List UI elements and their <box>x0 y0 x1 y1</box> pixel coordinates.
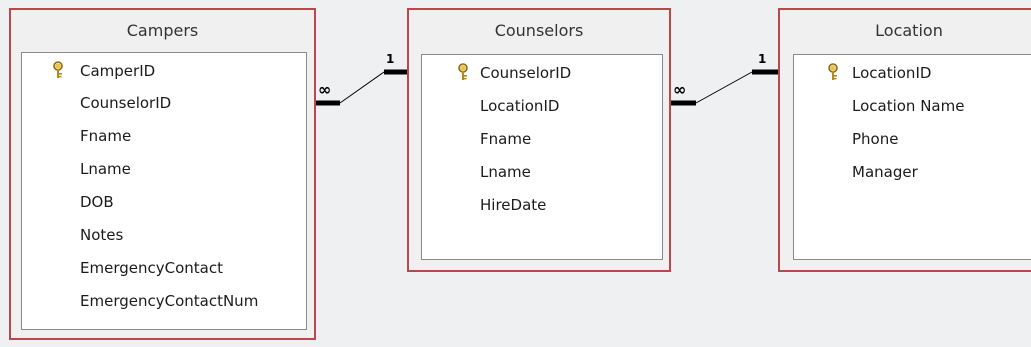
field-fname[interactable]: Fname <box>80 127 131 145</box>
key-icon <box>458 63 468 80</box>
field-list-campers[interactable]: CamperID CounselorID Fname Lname DOB Not… <box>21 52 307 330</box>
relationship-1-many-label: ∞ <box>318 80 331 99</box>
field-counselorid[interactable]: CounselorID <box>480 64 571 82</box>
relationship-2-connector[interactable] <box>695 71 753 104</box>
field-lname[interactable]: Lname <box>80 160 131 178</box>
field-location-name[interactable]: Location Name <box>852 97 964 115</box>
key-icon <box>53 61 63 78</box>
field-phone[interactable]: Phone <box>852 130 898 148</box>
field-camperid[interactable]: CamperID <box>80 62 155 80</box>
table-counselors[interactable]: Counselors CounselorID LocationID Fname … <box>407 8 671 272</box>
field-notes[interactable]: Notes <box>80 226 123 244</box>
table-location[interactable]: Location LocationID Location Name Phone … <box>778 8 1031 272</box>
field-fname[interactable]: Fname <box>480 130 531 148</box>
field-counselorid[interactable]: CounselorID <box>80 94 171 112</box>
relationship-1-connector[interactable] <box>339 71 385 104</box>
table-title-campers[interactable]: Campers <box>11 21 314 40</box>
field-hiredate[interactable]: HireDate <box>480 196 546 214</box>
table-title-counselors[interactable]: Counselors <box>409 21 669 40</box>
key-icon <box>828 63 838 80</box>
field-locationid[interactable]: LocationID <box>852 64 931 82</box>
relationship-2-one-label: 1 <box>758 52 767 66</box>
field-dob[interactable]: DOB <box>80 193 114 211</box>
table-title-location[interactable]: Location <box>780 21 1031 40</box>
field-list-location[interactable]: LocationID Location Name Phone Manager <box>793 54 1031 260</box>
field-locationid[interactable]: LocationID <box>480 97 559 115</box>
field-emergencycontactnum[interactable]: EmergencyContactNum <box>80 292 258 310</box>
relationship-1-one-label: 1 <box>386 52 395 66</box>
relationships-canvas: ∞ 1 ∞ 1 Campers CamperID CounselorID Fna… <box>0 0 1031 347</box>
relationship-2-many-label: ∞ <box>673 80 686 99</box>
field-emergencycontact[interactable]: EmergencyContact <box>80 259 223 277</box>
field-lname[interactable]: Lname <box>480 163 531 181</box>
field-manager[interactable]: Manager <box>852 163 918 181</box>
field-list-counselors[interactable]: CounselorID LocationID Fname Lname HireD… <box>421 54 663 260</box>
table-campers[interactable]: Campers CamperID CounselorID Fname Lname… <box>9 8 316 340</box>
